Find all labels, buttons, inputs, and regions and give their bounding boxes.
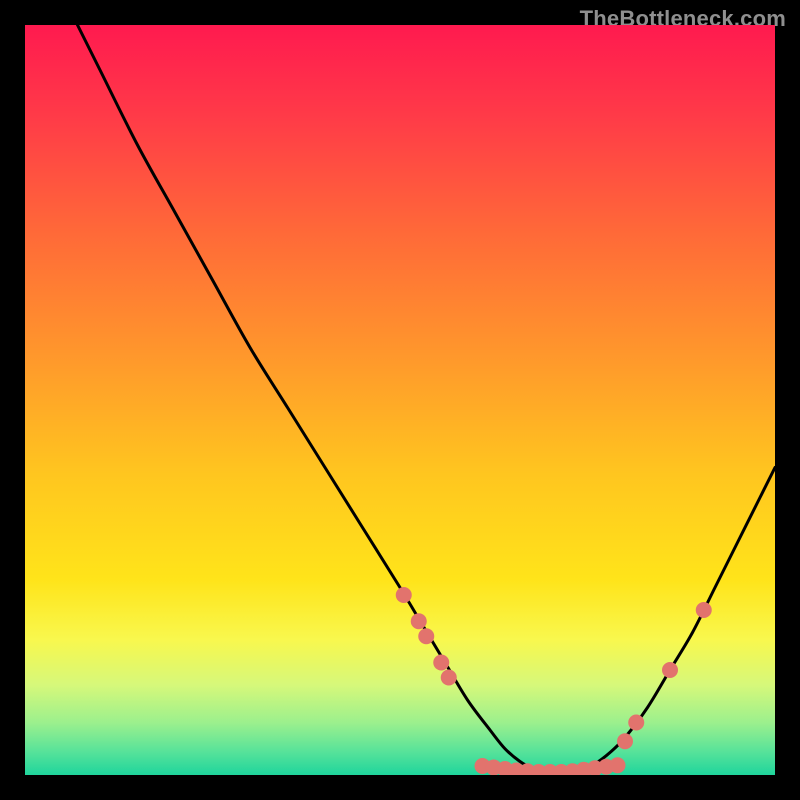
gradient-background	[25, 25, 775, 775]
data-marker	[441, 670, 457, 686]
plot-area	[25, 25, 775, 775]
data-marker	[610, 757, 626, 773]
data-marker	[662, 662, 678, 678]
chart-svg	[25, 25, 775, 775]
chart-frame: TheBottleneck.com	[0, 0, 800, 800]
data-marker	[396, 587, 412, 603]
data-marker	[617, 733, 633, 749]
data-marker	[433, 655, 449, 671]
data-marker	[628, 715, 644, 731]
data-marker	[696, 602, 712, 618]
data-marker	[418, 628, 434, 644]
data-marker	[411, 613, 427, 629]
